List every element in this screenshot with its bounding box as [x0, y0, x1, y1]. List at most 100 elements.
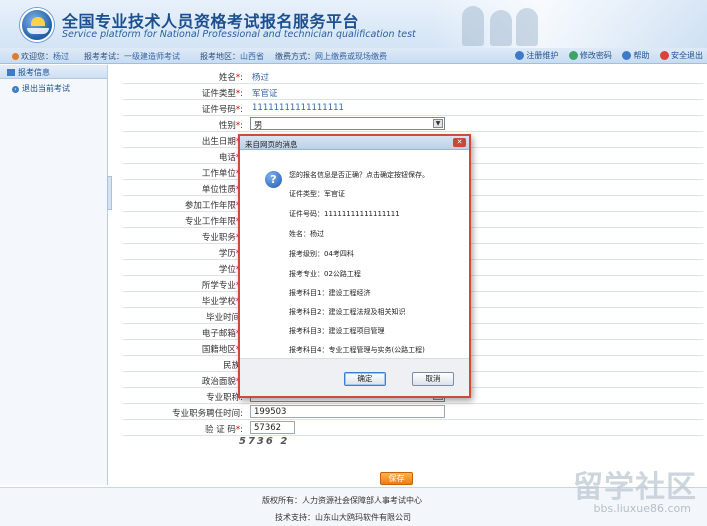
help-icon	[622, 51, 632, 60]
required-mark: *	[235, 89, 241, 99]
chevron-down-icon: ▼	[433, 119, 443, 128]
dialog-line-id-number: 证件号码：11111111111111111	[289, 210, 400, 218]
field-label-text: 出生日期	[201, 137, 236, 147]
required-mark: *	[235, 73, 241, 83]
field-label: 专业职务*:	[123, 231, 243, 243]
dialog-message: 您的报名信息是否正确？点击确定按钮保存。	[289, 171, 429, 179]
name-value: 杨过	[252, 73, 270, 83]
field-label: 工作单位*:	[123, 167, 243, 179]
field-label-text: 工作单位	[201, 169, 236, 179]
form-row-appointment-time: 专业职务聘任时间: 199503	[123, 404, 703, 420]
question-icon: ?	[265, 171, 282, 188]
field-label: 毕业学校*:	[123, 295, 243, 307]
logout-link[interactable]: 安全退出	[660, 50, 703, 61]
field-label-text: 电子邮箱	[201, 329, 236, 339]
id-type-value: 军官证	[252, 89, 278, 99]
sidebar-heading-label: 报考信息	[18, 68, 50, 77]
field-label-text: 所学专业	[201, 281, 236, 291]
payment-info: 缴费方式：网上缴费或现场缴费	[275, 51, 387, 62]
watermark: 留学社区 bbs.liuxue86.com	[547, 462, 697, 522]
register-maintain-link[interactable]: 注册维护	[515, 50, 558, 61]
dialog-line-subject1: 报考科目1：建设工程经济	[289, 289, 371, 297]
field-label: 出生日期*:	[123, 135, 243, 147]
site-subtitle-en: Service platform for National Profession…	[62, 29, 416, 40]
field-label-text: 专业工作年限	[184, 217, 236, 227]
dialog-line-subject4: 报考科目4：专业工程管理与实务(公路工程)	[289, 346, 425, 354]
field-label-text: 证件号码	[201, 105, 236, 115]
watermark-text: 留学社区	[573, 470, 697, 505]
register-maintain-label: 注册维护	[526, 51, 559, 60]
field-label-text: 单位性质	[201, 185, 236, 195]
logo-wave-shape	[27, 28, 49, 34]
sidebar: 报考信息 › 退出当前考试	[0, 65, 108, 485]
payment-value: 网上缴费或现场缴费	[315, 52, 387, 61]
ok-button[interactable]: 确定	[344, 372, 386, 386]
field-label: 毕业时间:	[123, 311, 243, 323]
close-icon[interactable]: ✕	[453, 138, 466, 147]
dialog-footer: 确定 取消	[240, 358, 469, 396]
exam-value: 一级建造师考试	[124, 52, 180, 61]
header-people-image	[462, 6, 484, 46]
help-label: 帮助	[633, 51, 650, 60]
captcha-input[interactable]: 57362	[250, 421, 295, 434]
dialog-line-subject3: 报考科目3：建设工程项目管理	[289, 327, 385, 335]
register-icon	[515, 51, 525, 60]
field-label-text: 验 证 码	[204, 425, 236, 435]
gender-selected-value: 男	[254, 121, 263, 131]
cancel-button[interactable]: 取消	[412, 372, 454, 386]
form-row-id-type: 证件类型*: 军官证	[123, 84, 703, 100]
field-label-text: 专业职务	[201, 233, 236, 243]
dialog-line-subject2: 报考科目2：建设工程法规及相关知识	[289, 308, 406, 316]
field-label: 单位性质*:	[123, 183, 243, 195]
footer-support: 技术支持：山东山大鸥玛软件有限公司	[275, 513, 411, 522]
field-label: 电话*:	[123, 151, 243, 163]
field-label: 学位*:	[123, 263, 243, 275]
sidebar-splitter[interactable]	[107, 176, 112, 210]
save-button[interactable]: 保存	[380, 472, 413, 485]
field-label-text: 证件类型	[201, 89, 236, 99]
user-icon	[12, 53, 19, 60]
sidebar-item-label: 退出当前考试	[22, 84, 70, 93]
welcome-user: 杨过	[53, 52, 69, 61]
field-label: 姓名*:	[218, 73, 243, 83]
dialog-line-major: 报考专业：02公路工程	[289, 270, 361, 278]
watermark-url: bbs.liuxue86.com	[593, 502, 691, 515]
site-logo	[20, 8, 54, 42]
field-label-text: 学历	[218, 249, 236, 259]
field-label-text: 电话	[218, 153, 236, 163]
field-label: 证件类型*:	[201, 89, 243, 99]
site-header: 全国专业技术人员资格考试报名服务平台 Service platform for …	[0, 0, 707, 48]
field-label-text: 性别	[218, 121, 236, 131]
top-links: 注册维护 修改密码 帮助 安全退出	[507, 50, 703, 61]
field-label: 国籍地区*:	[123, 343, 243, 355]
exam-label: 报考考试：	[84, 52, 124, 61]
logo-sun-shape	[31, 17, 45, 26]
captcha-image[interactable]: 5736 2	[239, 436, 289, 447]
field-label-text: 专业职称	[206, 393, 241, 403]
exam-info: 报考考试：一级建造师考试	[84, 51, 180, 62]
change-password-link[interactable]: 修改密码	[568, 50, 612, 61]
header-people-image	[490, 10, 512, 46]
field-label: 学历*:	[123, 247, 243, 259]
sidebar-item-exit-exam[interactable]: › 退出当前考试	[0, 79, 107, 94]
field-label: 性别*:	[218, 121, 243, 131]
confirm-dialog: 来自网页的消息 ✕ ? 您的报名信息是否正确？点击确定按钮保存。 证件类型：军官…	[238, 134, 471, 398]
region-value: 山西省	[240, 52, 264, 61]
field-label: 验 证 码*:	[204, 425, 243, 435]
dialog-line-name: 姓名：杨过	[289, 230, 324, 238]
field-label: 专业职务聘任时间:	[172, 409, 243, 419]
dialog-line-level: 报考级别：04考四科	[289, 250, 354, 258]
header-people-image	[516, 8, 538, 46]
field-label-text: 毕业学校	[201, 297, 236, 307]
appointment-time-input[interactable]: 199503	[250, 405, 445, 418]
field-label-text: 学位	[218, 265, 236, 275]
form-row-gender: 性别*: 男 ▼	[123, 116, 703, 132]
help-link[interactable]: 帮助	[622, 50, 649, 61]
dialog-body: ? 您的报名信息是否正确？点击确定按钮保存。 证件类型：军官证 证件号码：111…	[240, 151, 469, 358]
field-label: 专业职称:	[206, 393, 243, 403]
field-label-text: 国籍地区	[201, 345, 236, 355]
gender-select[interactable]: 男 ▼	[250, 117, 445, 131]
id-number-value: 11111111111111111	[252, 103, 344, 113]
form-row-name: 姓名*: 杨过	[123, 68, 703, 84]
field-label-text: 专业职务聘任时间	[172, 409, 241, 419]
